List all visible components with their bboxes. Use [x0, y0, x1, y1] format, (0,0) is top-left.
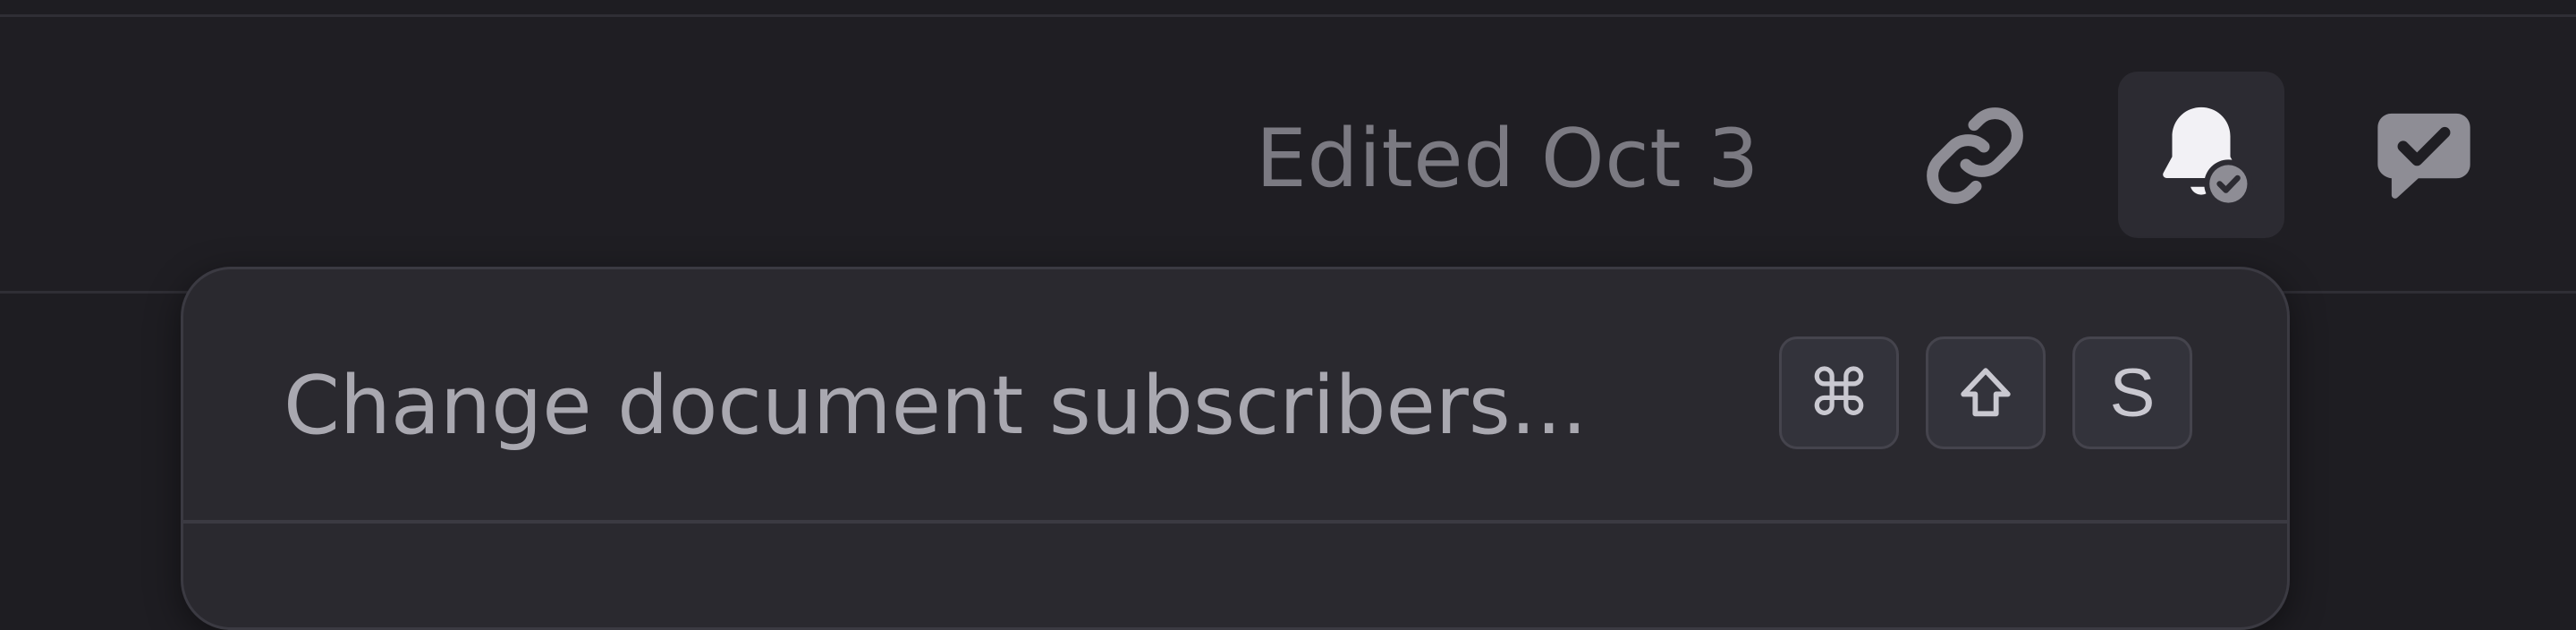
comment-check-icon — [2377, 113, 2470, 199]
comments-button[interactable] — [2361, 95, 2487, 220]
menu-item-label: Change document subscribers... — [284, 359, 1588, 453]
subscribers-tooltip: Change document subscribers... ⌘ S — [181, 267, 2290, 630]
edited-date-label: Edited Oct 3 — [1256, 112, 1759, 206]
copy-link-button[interactable] — [1912, 93, 2038, 218]
shift-key-icon — [1926, 336, 2046, 449]
link-icon — [1927, 107, 2023, 204]
s-key: S — [2072, 336, 2192, 449]
change-subscribers-menu-item[interactable]: Change document subscribers... ⌘ S — [183, 269, 2287, 523]
command-key-icon: ⌘ — [1779, 336, 1899, 449]
bell-check-icon — [2163, 106, 2253, 209]
menu-divider — [183, 520, 2287, 524]
subscribe-button[interactable] — [2118, 72, 2284, 238]
